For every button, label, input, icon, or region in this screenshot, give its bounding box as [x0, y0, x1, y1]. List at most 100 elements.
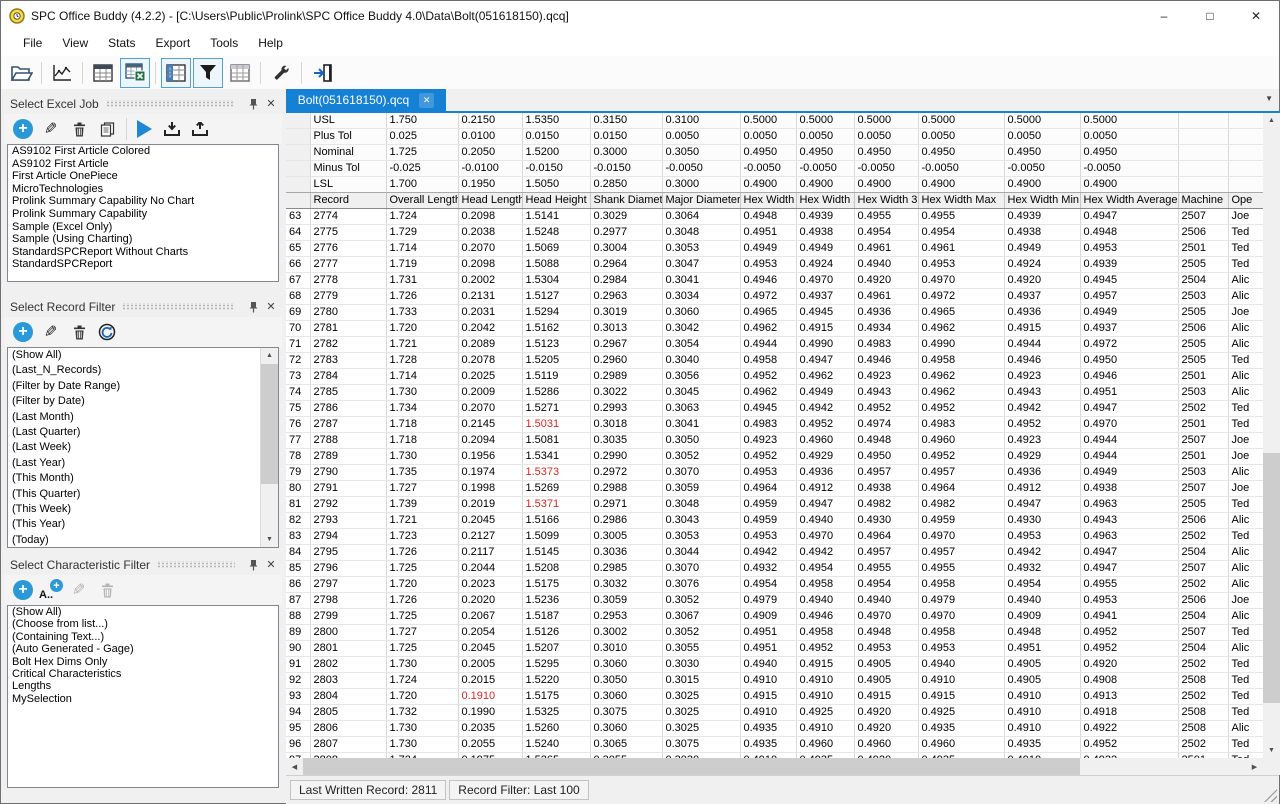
limit-cell[interactable]: -0.0150	[590, 161, 662, 177]
tab-bolt-file[interactable]: Bolt(051618150).qcq ✕	[286, 89, 446, 111]
grid-cell[interactable]: 0.4964	[918, 481, 1004, 497]
grid-cell[interactable]: 0.1910	[458, 689, 522, 705]
grid-cell[interactable]: 0.4958	[918, 353, 1004, 369]
record-cell[interactable]: 2788	[310, 433, 386, 449]
grid-cell[interactable]: 0.1974	[458, 465, 522, 481]
row-number[interactable]: 74	[286, 385, 310, 401]
record-cell[interactable]: 2782	[310, 337, 386, 353]
limit-cell[interactable]: 0.4900	[1004, 177, 1080, 193]
limit-cell[interactable]: 1.5050	[522, 177, 590, 193]
grid-cell[interactable]: 0.2045	[458, 513, 522, 529]
grid-cell[interactable]: 0.4982	[854, 497, 918, 513]
menu-view[interactable]: View	[52, 32, 98, 54]
grid-cell[interactable]: 2507	[1178, 625, 1228, 641]
close-button[interactable]: ✕	[1233, 1, 1279, 30]
open-file-button[interactable]	[6, 58, 36, 88]
delete-job-button[interactable]	[66, 116, 92, 142]
column-header[interactable]: Hex Width Max	[918, 193, 1004, 209]
grid-cell[interactable]: 0.4963	[1080, 529, 1178, 545]
grid-cell[interactable]: 1.734	[386, 401, 458, 417]
row-number[interactable]: 69	[286, 305, 310, 321]
grid-cell[interactable]: 0.3070	[662, 465, 740, 481]
limit-cell[interactable]: 1.750	[386, 113, 458, 129]
grid-cell[interactable]: 0.4958	[740, 353, 796, 369]
grid-cell[interactable]: Ted	[1228, 529, 1263, 545]
grid-cell[interactable]: Ted	[1228, 657, 1263, 673]
grid-cell[interactable]: Joe	[1228, 305, 1263, 321]
grid-cell[interactable]: 1.720	[386, 577, 458, 593]
grid-cell[interactable]: 0.4945	[1080, 273, 1178, 289]
list-item[interactable]: (Filter by Date)	[8, 394, 278, 409]
grid-cell[interactable]: 0.4912	[1004, 481, 1080, 497]
grid-cell[interactable]: 0.4963	[1080, 497, 1178, 513]
grid-cell[interactable]: 0.4912	[796, 481, 854, 497]
grid-cell[interactable]: 0.4962	[918, 369, 1004, 385]
pin-icon[interactable]	[246, 97, 260, 111]
grid-cell[interactable]: 0.2145	[458, 417, 522, 433]
record-cell[interactable]: 2795	[310, 545, 386, 561]
record-cell[interactable]: 2777	[310, 257, 386, 273]
grid-cell[interactable]: 0.4910	[796, 673, 854, 689]
grid-cell[interactable]: 0.4915	[854, 689, 918, 705]
grid-cell[interactable]: 0.3059	[590, 593, 662, 609]
grid-cell[interactable]: 0.2985	[590, 561, 662, 577]
record-cell[interactable]: 2791	[310, 481, 386, 497]
grid-cell[interactable]: 0.3035	[590, 433, 662, 449]
grid-cell[interactable]: 0.4930	[854, 513, 918, 529]
limit-cell[interactable]	[1178, 129, 1228, 145]
delete-filter-button[interactable]	[66, 319, 92, 345]
limit-cell[interactable]: 0.0050	[796, 129, 854, 145]
grid-cell[interactable]: 0.1990	[458, 705, 522, 721]
grid-cell[interactable]: 0.3025	[662, 689, 740, 705]
grid-cell[interactable]: 0.4940	[854, 593, 918, 609]
scroll-up-icon[interactable]: ▲	[261, 348, 278, 363]
grid-cell[interactable]: 0.4954	[918, 225, 1004, 241]
record-cell[interactable]: 2801	[310, 641, 386, 657]
grid-cell[interactable]: 2507	[1178, 433, 1228, 449]
close-panel-icon[interactable]: ✕	[264, 97, 278, 111]
grid-cell[interactable]: 0.4951	[740, 625, 796, 641]
grid-cell[interactable]: 0.4920	[854, 705, 918, 721]
grid-vertical-scrollbar[interactable]: ▲ ▼	[1263, 113, 1280, 758]
limit-cell[interactable]: -0.0150	[522, 161, 590, 177]
grid-cell[interactable]: 0.4942	[740, 545, 796, 561]
list-item[interactable]: Sample (Excel Only)	[8, 221, 278, 234]
grid-cell[interactable]: 0.4923	[740, 433, 796, 449]
grid-cell[interactable]: 0.4949	[1080, 305, 1178, 321]
list-item[interactable]: (Containing Text...)	[8, 631, 278, 643]
grid-cell[interactable]: 0.4934	[854, 321, 918, 337]
grid-cell[interactable]: 0.3034	[662, 289, 740, 305]
grid-cell[interactable]: 0.4954	[740, 577, 796, 593]
grid-cell[interactable]: 2505	[1178, 257, 1228, 273]
grid-cell[interactable]: 0.2020	[458, 593, 522, 609]
grid-cell[interactable]: 0.2070	[458, 241, 522, 257]
list-item[interactable]: (Last Year)	[8, 456, 278, 471]
grid-cell[interactable]: Alic	[1228, 609, 1263, 625]
grid-cell[interactable]: 2503	[1178, 465, 1228, 481]
record-cell[interactable]: 2796	[310, 561, 386, 577]
grid-cell[interactable]: 2502	[1178, 657, 1228, 673]
row-number[interactable]: 65	[286, 241, 310, 257]
menu-stats[interactable]: Stats	[98, 32, 145, 54]
grid-cell[interactable]: 1.5069	[522, 241, 590, 257]
record-cell[interactable]: 2803	[310, 673, 386, 689]
grid-cell[interactable]: 0.4947	[1080, 545, 1178, 561]
list-item[interactable]: Prolink Summary Capability	[8, 208, 278, 221]
grid-cell[interactable]: 0.4936	[854, 305, 918, 321]
limit-cell[interactable]: 0.4900	[918, 177, 1004, 193]
grid-cell[interactable]: 0.4962	[796, 369, 854, 385]
scroll-right-icon[interactable]: ▶	[1246, 758, 1263, 775]
grid-cell[interactable]: 0.3019	[590, 305, 662, 321]
limit-cell[interactable]: 0.0050	[740, 129, 796, 145]
grid-cell[interactable]: Alic	[1228, 513, 1263, 529]
limit-cell[interactable]: 0.4900	[796, 177, 854, 193]
grid-cell[interactable]: 0.3043	[662, 513, 740, 529]
grid-cell[interactable]: 1.5145	[522, 545, 590, 561]
grid-cell[interactable]: 0.4946	[796, 609, 854, 625]
grid-cell[interactable]: 1.5031	[522, 417, 590, 433]
grid-cell[interactable]: 0.2098	[458, 209, 522, 225]
row-number[interactable]: 94	[286, 705, 310, 721]
grid-cell[interactable]: 1.729	[386, 225, 458, 241]
grid-cell[interactable]: 0.2035	[458, 721, 522, 737]
characteristic-filter-view-button[interactable]	[225, 58, 255, 88]
